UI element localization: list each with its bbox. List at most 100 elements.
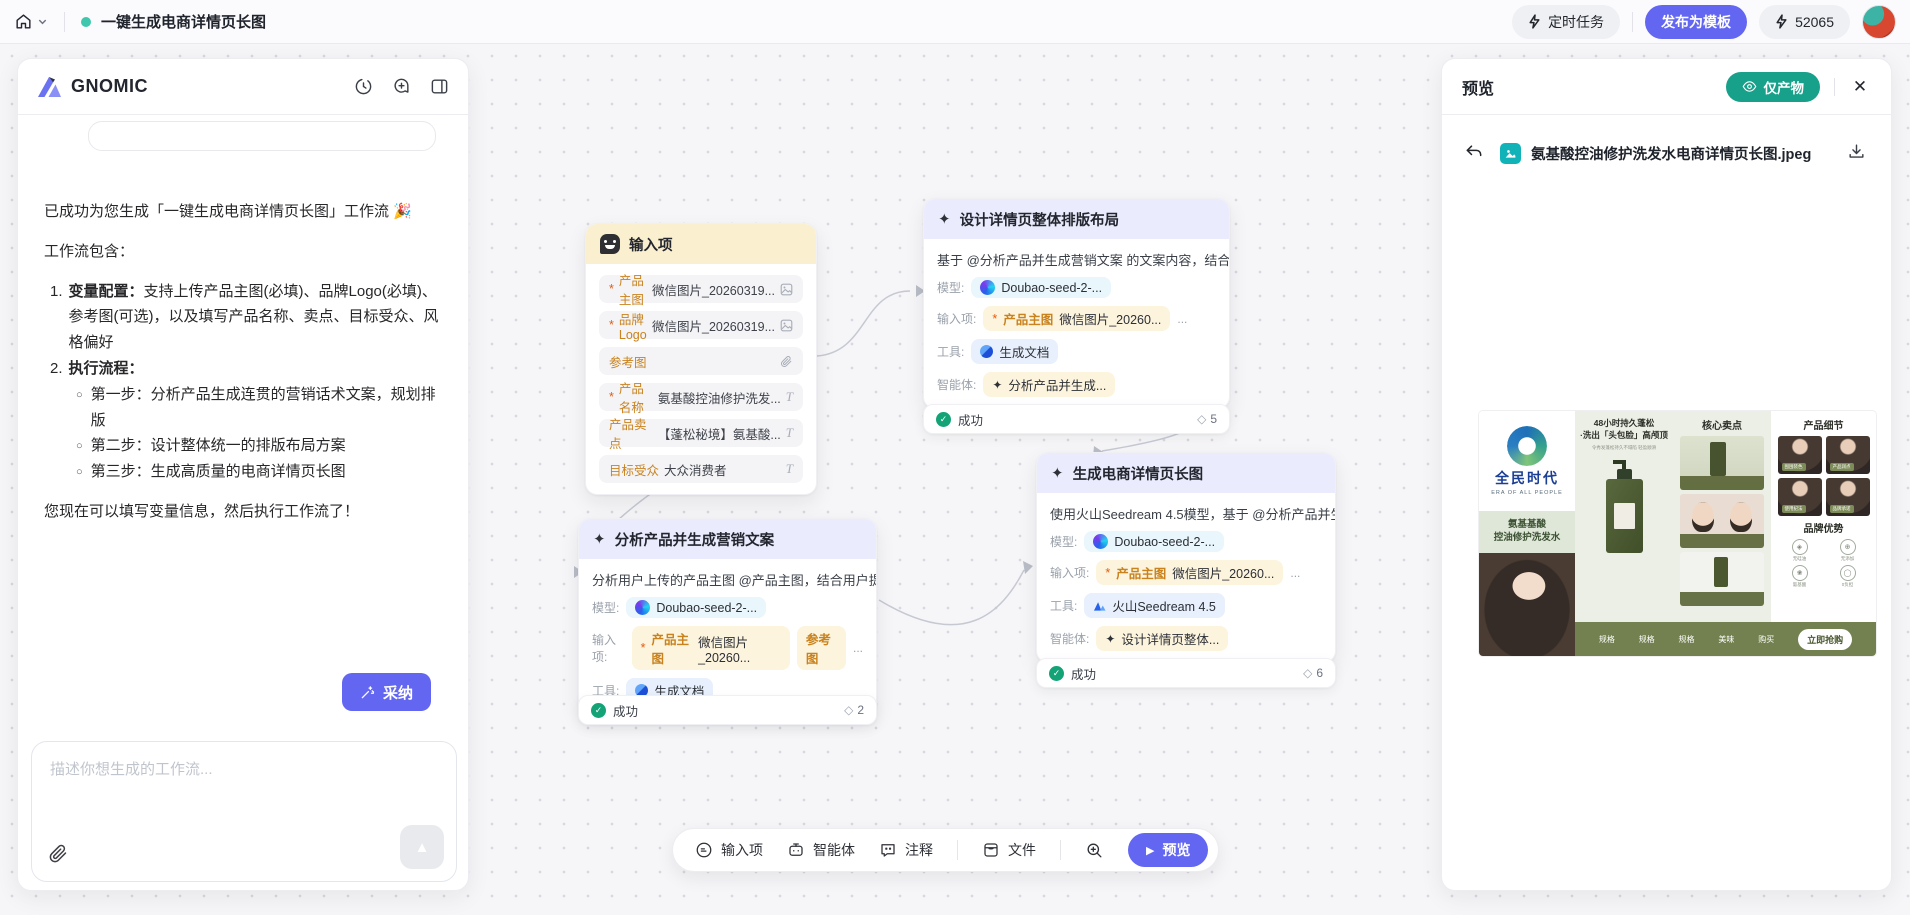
input-ref-tag[interactable]: 参考图 <box>797 626 846 670</box>
field-label: 品牌Logo <box>619 309 647 342</box>
home-button[interactable] <box>14 12 48 31</box>
only-output-toggle[interactable]: 仅产物 <box>1726 72 1821 102</box>
sub-list-item: ○ 第一步：分析产品生成连贯的营销话术文案，规划排版 <box>76 382 446 434</box>
download-icon[interactable] <box>1847 142 1869 164</box>
field-product-image[interactable]: * 产品主图 微信图片_20260319... <box>599 275 803 303</box>
tool-tag[interactable]: 火山Seedream 4.5 <box>1084 593 1225 618</box>
field-reference-image[interactable]: 参考图 <box>599 347 803 375</box>
status-bar-analyze[interactable]: ✓ 成功 ◇2 <box>578 695 877 725</box>
artwork-brand-column: 全民时代 ERA OF ALL PEOPLE 氨基基酸 控油修护洗发水 <box>1479 411 1575 656</box>
workflow-prompt-input[interactable]: 描述你想生成的工作流... ▲ <box>31 741 457 882</box>
model-tag[interactable]: Doubao-seed-2-... <box>971 277 1111 298</box>
text-type-icon: T <box>786 389 793 405</box>
agent-tag[interactable]: ✦ 分析产品并生成... <box>983 372 1115 397</box>
close-icon[interactable]: ✕ <box>1849 76 1871 98</box>
status-bar-design[interactable]: ✓ 成功 ◇5 <box>923 404 1230 434</box>
field-target-audience[interactable]: 目标受众 大众消费者 T <box>599 455 803 483</box>
publish-template-button[interactable]: 发布为模板 <box>1645 5 1747 39</box>
sub-list-item: ○ 第三步：生成高质量的电商详情页长图 <box>76 459 446 485</box>
diamond-icon: ◇ <box>1303 666 1312 680</box>
chat-smiley-icon <box>600 234 620 254</box>
chevron-down-icon <box>37 16 48 27</box>
selling-card <box>1680 552 1764 606</box>
field-brand-logo[interactable]: * 品牌Logo 微信图片_20260319... <box>599 311 803 339</box>
credits-button[interactable]: 52065 <box>1759 5 1850 39</box>
zoom-search-button[interactable] <box>1085 841 1104 860</box>
list-item: 1. 变量配置：支持上传产品主图(必填)、品牌Logo(必填)、参考图(可选)，… <box>50 279 446 356</box>
more-ellipsis: ... <box>1177 312 1187 326</box>
history-icon[interactable] <box>352 76 374 98</box>
field-value: 微信图片_20260319... <box>652 280 775 299</box>
model-name: Doubao-seed-2-... <box>656 601 757 615</box>
input-ref-tag[interactable]: * 产品主图 微信图片_20260... <box>1096 560 1283 585</box>
node-header: 输入项 <box>586 224 816 264</box>
scheduled-tasks-button[interactable]: 定时任务 <box>1512 5 1620 39</box>
toolbar-agent[interactable]: 智能体 <box>787 840 855 860</box>
list-number: 2. <box>50 356 63 382</box>
header-divider <box>1834 78 1835 96</box>
detail-photo: 囤囤装色 <box>1778 436 1822 474</box>
node-generate-image[interactable]: ✦ 生成电商详情页长图 使用火山Seedream 4.5模型，基于 @分析产品并… <box>1036 452 1336 663</box>
model-tag[interactable]: Doubao-seed-2-... <box>1084 531 1224 552</box>
node-analyze-copy[interactable]: ✦ 分析产品并生成营销文案 分析用户上传的产品主图 @产品主图，结合用户提供..… <box>578 518 877 715</box>
run-count: 5 <box>1210 412 1217 426</box>
success-check-icon: ✓ <box>1049 666 1064 681</box>
user-avatar[interactable] <box>1862 5 1896 39</box>
agent-tag[interactable]: ✦ 设计详情页整体... <box>1096 626 1228 651</box>
run-count: 6 <box>1316 666 1323 680</box>
message-outro: 您现在可以填写变量信息，然后执行工作流了！ <box>44 499 446 525</box>
doubao-icon <box>1093 534 1108 549</box>
image-icon <box>780 319 793 332</box>
toolbar-comment[interactable]: 注释 <box>879 840 933 860</box>
shampoo-bottle <box>1606 460 1643 553</box>
toolbar-input-items[interactable]: 输入项 <box>695 840 763 860</box>
artifact-preview-image[interactable]: 全民时代 ERA OF ALL PEOPLE 氨基基酸 控油修护洗发水 48小时… <box>1479 411 1876 656</box>
row-label: 输入项: <box>937 310 976 327</box>
collapse-panel-icon[interactable] <box>428 76 450 98</box>
preview-button[interactable]: ▶ 预览 <box>1128 833 1208 867</box>
success-check-icon: ✓ <box>936 412 951 427</box>
chat-panel-header: GNOMIC <box>18 59 468 115</box>
send-icon: ▲ <box>415 839 430 856</box>
node-description: 使用火山Seedream 4.5模型，基于 @分析产品并生成... <box>1050 504 1322 523</box>
status-label: 成功 <box>613 701 638 720</box>
assistant-message: 已成功为您生成「一键生成电商详情页长图」工作流 🎉 工作流包含： 1. 变量配置… <box>44 199 446 539</box>
adopt-button[interactable]: 采纳 <box>342 673 431 711</box>
field-selling-points[interactable]: 产品卖点 【蓬松秘境】氨基酸... T <box>599 419 803 447</box>
required-star: * <box>609 318 614 332</box>
toolbar-files[interactable]: 文件 <box>982 840 1036 860</box>
list-item-title: 变量配置： <box>69 283 144 300</box>
attach-file-icon[interactable] <box>48 843 72 867</box>
field-value: 大众消费者 <box>664 460 727 479</box>
section-title: 产品细节 <box>1804 417 1844 432</box>
node-design-layout[interactable]: ✦ 设计详情页整体排版布局 基于 @分析产品并生成营销文案 的文案内容，结合产.… <box>923 198 1230 409</box>
send-button[interactable]: ▲ <box>400 825 444 869</box>
node-input-items[interactable]: 输入项 * 产品主图 微信图片_20260319... * 品牌Logo 微信图… <box>585 223 817 495</box>
artwork-hero-column: 48小时持久蓬松 ·洗出「头包脸」高颅顶 令秀发蓬松持久不塌陷 轻盈顺滑 <box>1575 411 1673 656</box>
cta-button: 立即抢购 <box>1798 629 1852 650</box>
artwork-footer-bar: 规格 规格 规格 美味 购买 立即抢购 <box>1575 622 1876 656</box>
field-product-name[interactable]: * 产品名称 氨基酸控油修护洗发... T <box>599 383 803 411</box>
topbar-divider <box>1632 12 1633 32</box>
model-photo <box>1479 553 1575 656</box>
new-chat-icon[interactable] <box>390 76 412 98</box>
tool-name: 火山Seedream 4.5 <box>1112 596 1216 615</box>
tool-tag[interactable]: 生成文档 <box>971 339 1058 364</box>
input-ref-tag[interactable]: * 产品主图 微信图片_20260... <box>632 626 790 670</box>
artifact-filename: 氨基酸控油修护洗发水电商详情页长图.jpeg <box>1531 143 1811 164</box>
run-count: 2 <box>857 703 864 717</box>
status-bar-generate[interactable]: ✓ 成功 ◇6 <box>1036 658 1336 688</box>
magnifier-plus-icon <box>1085 841 1104 860</box>
sparkle-icon: ✦ <box>992 379 1002 391</box>
detail-chip: 使用纪法 <box>1782 505 1806 513</box>
doc-tool-icon <box>980 345 993 358</box>
row-label: 智能体: <box>937 376 976 393</box>
toolbar-label: 文件 <box>1008 840 1036 860</box>
input-ref-tag[interactable]: * 产品主图 微信图片_20260... <box>983 306 1170 331</box>
model-tag[interactable]: Doubao-seed-2-... <box>626 597 766 618</box>
back-icon[interactable] <box>1464 142 1486 164</box>
list-number: 1. <box>50 279 63 356</box>
input-ref-label: 产品主图 <box>1003 309 1053 328</box>
required-star: * <box>1105 566 1110 580</box>
agent-name: 分析产品并生成... <box>1008 375 1106 394</box>
